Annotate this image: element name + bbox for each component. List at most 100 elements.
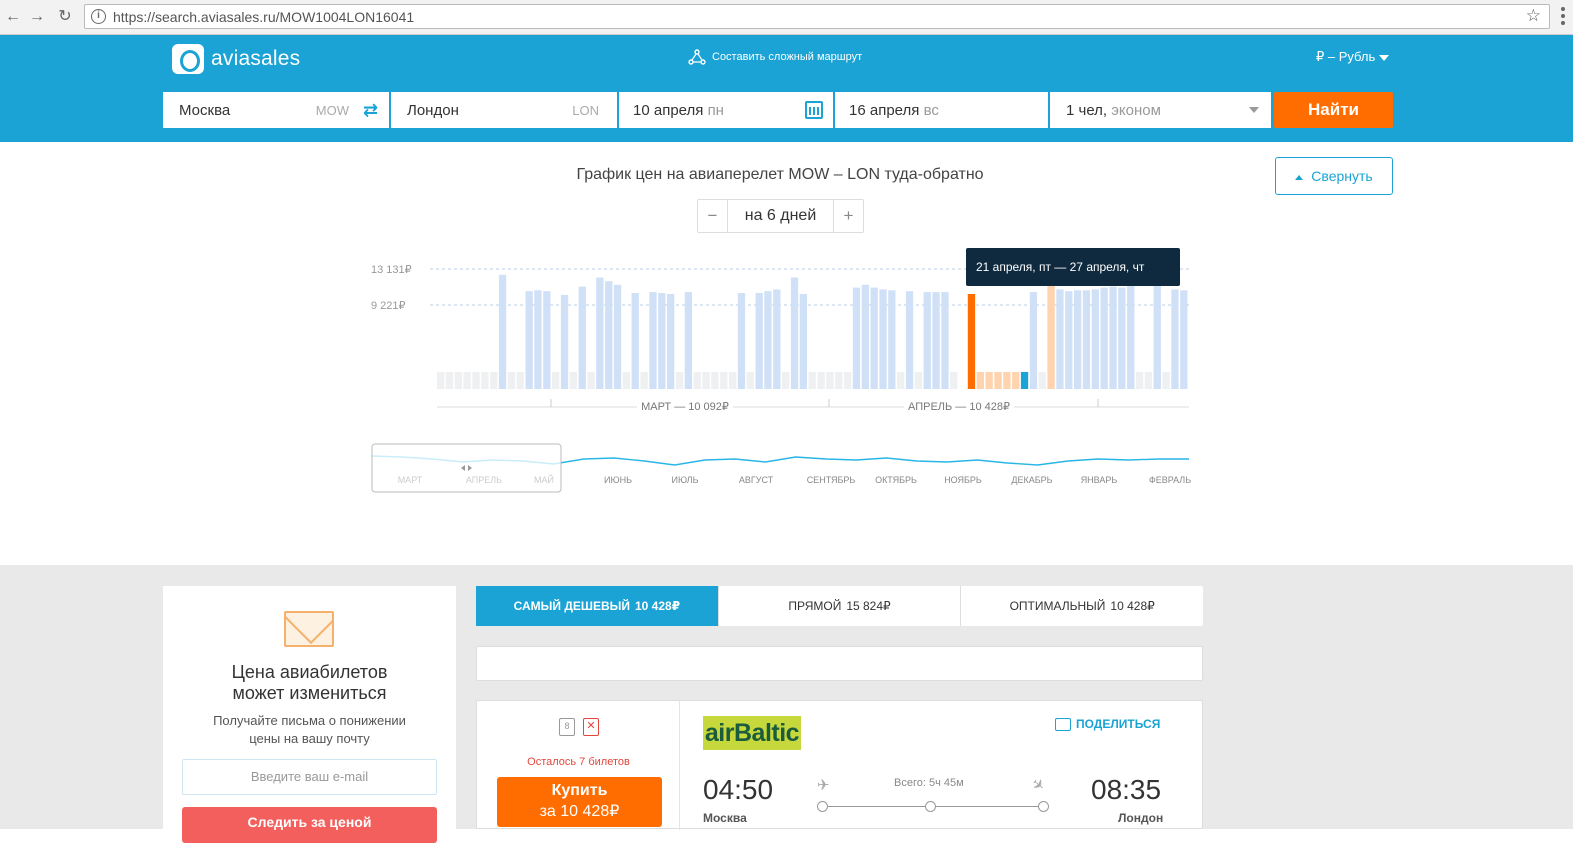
back-button[interactable]: ←: [2, 6, 24, 28]
price-bar: [914, 372, 922, 389]
return-date: 16 апреля: [849, 102, 920, 119]
overview-trend-line: [371, 455, 1189, 466]
hand-luggage-icon: 8: [559, 718, 575, 736]
overview-month-label: МАРТ: [398, 475, 423, 485]
route-destination-dot: [1038, 801, 1049, 812]
price-bar: [702, 372, 710, 389]
subscribe-text: Получайте письма о понижении цены на ваш…: [163, 712, 456, 748]
price-bar: [560, 294, 569, 389]
aviasales-logo[interactable]: aviasales: [172, 44, 300, 74]
price-bar: [773, 289, 781, 389]
tab-optimal[interactable]: ОПТИМАЛЬНЫЙ 10 428₽: [961, 586, 1203, 626]
destination-field[interactable]: Лондон LON: [391, 92, 617, 128]
price-bar: [852, 287, 861, 389]
price-bar: [693, 372, 701, 389]
calendar-icon[interactable]: [805, 101, 823, 119]
chevron-up-icon: [1295, 174, 1304, 180]
browser-menu-icon[interactable]: [1561, 7, 1565, 27]
price-bar: [587, 372, 595, 389]
swap-icon[interactable]: ⇄: [363, 101, 381, 119]
increase-days-button[interactable]: +: [834, 200, 863, 232]
passengers-field[interactable]: 1 чел, эконом: [1050, 92, 1271, 128]
price-bar: [481, 372, 489, 389]
tab-cheapest-label: САМЫЙ ДЕШЕВЫЙ: [513, 599, 630, 613]
share-button[interactable]: ПОДЕЛИТЬСЯ: [1055, 717, 1160, 731]
buy-button-label: Купить: [551, 782, 608, 799]
currency-selector[interactable]: ₽ – Рубль: [1316, 49, 1390, 65]
price-bar: [1109, 286, 1117, 389]
price-bar: [790, 277, 799, 389]
price-bar: [835, 372, 843, 389]
price-bar: [525, 291, 533, 389]
departure-time: 04:50: [703, 774, 774, 805]
complex-route-link[interactable]: Составить сложный маршрут: [688, 49, 862, 65]
return-date-field[interactable]: 16 апреля вс: [835, 92, 1048, 128]
email-field[interactable]: Введите ваш e-mail: [182, 759, 437, 795]
sort-tabs: САМЫЙ ДЕШЕВЫЙ 10 428₽ ПРЯМОЙ 15 824₽ ОПТИМ…: [476, 586, 1203, 626]
price-bar: [817, 372, 825, 389]
price-bar: [454, 372, 462, 389]
overview-month-label: ДЕКАБРЬ: [1011, 475, 1052, 485]
price-bar: [746, 372, 754, 389]
tab-optimal-price: 10 428₽: [1110, 599, 1155, 613]
search-button[interactable]: Найти: [1274, 92, 1393, 128]
aviasales-logo-icon: [172, 44, 204, 74]
price-bar: [463, 372, 471, 389]
price-bar: [826, 372, 834, 389]
price-bar: [897, 372, 905, 389]
collapse-button[interactable]: Свернуть: [1275, 157, 1393, 195]
share-icon: [1055, 717, 1071, 731]
price-bar: [1074, 290, 1082, 389]
overview-month-label: ИЮНЬ: [604, 475, 632, 485]
ticket-buy-panel: 8 ✕ Осталось 7 билетов Купить за 10 428₽: [477, 701, 680, 830]
tab-cheapest[interactable]: САМЫЙ ДЕШЕВЫЙ 10 428₽: [476, 586, 719, 626]
decrease-days-button[interactable]: −: [698, 200, 727, 232]
price-bar: [631, 293, 639, 389]
price-bar: [870, 287, 878, 389]
track-price-button[interactable]: Следить за ценой: [182, 807, 437, 843]
subscribe-text-line2: цены на вашу почту: [249, 731, 370, 746]
filter-bar[interactable]: [476, 646, 1203, 681]
origin-code: MOW: [315, 103, 349, 118]
info-icon[interactable]: i: [91, 9, 106, 24]
overview-month-label: ОКТЯБРЬ: [875, 475, 917, 485]
price-bar: [640, 372, 648, 389]
price-bar: [445, 372, 454, 389]
y-tick-label: 9 221₽: [371, 300, 406, 312]
price-bar: [1056, 289, 1064, 389]
url-text: https://search.aviasales.ru/MOW1004LON16…: [113, 9, 415, 25]
tab-direct[interactable]: ПРЯМОЙ 15 824₽: [719, 586, 962, 626]
address-bar[interactable]: i https://search.aviasales.ru/MOW1004LON…: [84, 4, 1550, 29]
price-bar: [578, 286, 586, 389]
price-bar: [888, 290, 896, 389]
month-label-bg: [904, 399, 1014, 413]
price-bar: [1091, 289, 1099, 389]
month-label-bg: [637, 399, 733, 413]
origin-field[interactable]: Москва MOW ⇄: [163, 92, 389, 128]
price-bar: [905, 291, 914, 389]
price-bar: [923, 292, 931, 389]
ticket-card: 8 ✕ Осталось 7 билетов Купить за 10 428₽…: [476, 700, 1203, 830]
collapse-label: Свернуть: [1311, 168, 1373, 184]
star-icon[interactable]: ☆: [1526, 6, 1541, 26]
price-bar: [844, 372, 852, 389]
buy-button[interactable]: Купить за 10 428₽: [497, 777, 662, 827]
complex-route-label: Составить сложный маршрут: [712, 51, 863, 63]
forward-button[interactable]: →: [26, 6, 48, 28]
price-bar: [1171, 289, 1179, 389]
price-bar: [1003, 372, 1011, 389]
price-bar: [649, 292, 657, 389]
subscribe-title-line2: может измениться: [232, 683, 387, 703]
site-header: aviasales Составить сложный маршрут ₽ – …: [0, 35, 1573, 142]
price-bar: [1038, 372, 1046, 389]
price-bar: [799, 294, 807, 389]
price-bar: [675, 372, 684, 389]
cabin-class: эконом: [1111, 102, 1161, 119]
price-bar: [498, 274, 507, 389]
price-bar: [507, 372, 516, 389]
price-bar: [1065, 291, 1073, 389]
price-bar: [658, 293, 666, 389]
depart-date-field[interactable]: 10 апреля пн: [619, 92, 833, 128]
duration-label: на 6 дней: [727, 200, 834, 232]
reload-button[interactable]: ↻: [54, 6, 76, 28]
